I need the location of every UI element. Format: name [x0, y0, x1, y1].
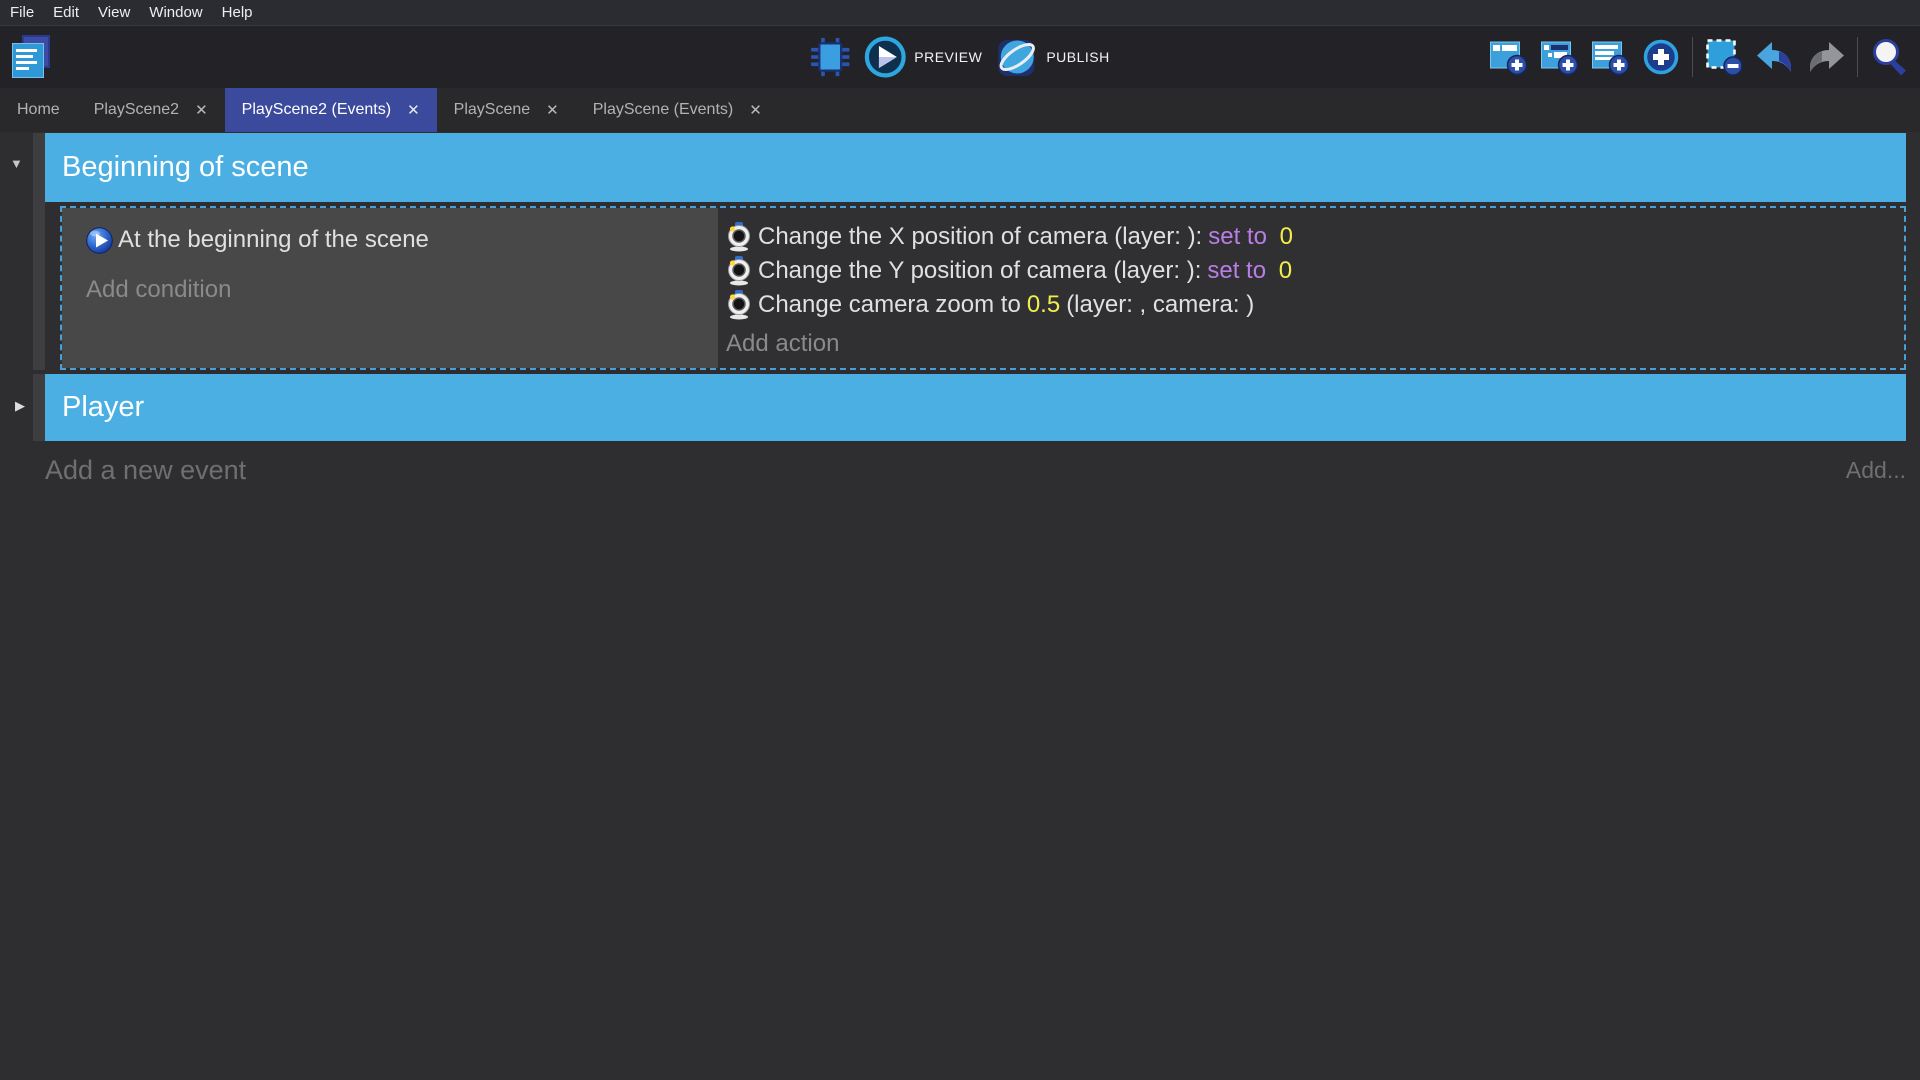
- action-row[interactable]: Change the Y position of camera (layer: …: [726, 254, 1904, 288]
- add-comment-icon: [1591, 38, 1629, 76]
- main-toolbar: PREVIEW PUBLISH: [0, 26, 1920, 88]
- tab-playscene2-events[interactable]: PlayScene2 (Events) ✕: [225, 88, 437, 132]
- add-event-icon: [1489, 38, 1527, 76]
- action-text: Change camera zoom to: [758, 291, 1021, 319]
- search-events-button[interactable]: [1869, 37, 1909, 77]
- gdevelop-window: File Edit View Window Help: [0, 0, 1920, 1080]
- group-header-beginning-of-scene[interactable]: Beginning of scene: [45, 133, 1906, 202]
- menu-bar: File Edit View Window Help: [0, 0, 1920, 26]
- action-operator: set to: [1207, 257, 1266, 285]
- preview-label: PREVIEW: [914, 49, 982, 65]
- menu-window[interactable]: Window: [149, 4, 202, 21]
- play-preview-icon: [864, 36, 906, 78]
- play-circle-icon: [86, 227, 113, 254]
- add-condition-button[interactable]: Add condition: [86, 276, 718, 304]
- add-subevent-button[interactable]: [1539, 37, 1579, 77]
- condition-text: At the beginning of the scene: [118, 226, 429, 254]
- add-comment-button[interactable]: [1590, 37, 1630, 77]
- undo-button[interactable]: [1755, 37, 1795, 77]
- action-row[interactable]: Change camera zoom to 0.5 (layer: , came…: [726, 288, 1904, 322]
- add-more-button[interactable]: Add...: [1846, 457, 1906, 484]
- tab-label: Home: [17, 101, 60, 119]
- condition-row[interactable]: At the beginning of the scene: [86, 218, 718, 262]
- webcam-icon: [726, 256, 752, 286]
- group-header-player[interactable]: Player: [45, 374, 1906, 441]
- redo-button[interactable]: [1806, 37, 1846, 77]
- conditions-column: At the beginning of the scene Add condit…: [62, 208, 718, 368]
- close-tab-icon[interactable]: ✕: [195, 101, 208, 119]
- add-action-button[interactable]: Add action: [726, 330, 1904, 358]
- close-tab-icon[interactable]: ✕: [407, 101, 420, 119]
- close-tab-icon[interactable]: ✕: [546, 101, 559, 119]
- menu-edit[interactable]: Edit: [53, 4, 79, 21]
- event-drag-handle[interactable]: [33, 374, 45, 441]
- action-value: 0: [1273, 223, 1293, 251]
- project-document-icon: [12, 43, 44, 78]
- choose-add-button[interactable]: [1641, 37, 1681, 77]
- menu-help[interactable]: Help: [222, 4, 253, 21]
- delete-selection-button[interactable]: [1704, 37, 1744, 77]
- events-sheet: ▼ ▶ Beginning of scene: [0, 132, 1920, 1080]
- action-value: 0.5: [1027, 291, 1060, 319]
- add-subevent-icon: [1540, 38, 1578, 76]
- tab-playscene[interactable]: PlayScene ✕: [437, 88, 576, 132]
- publish-sphere-icon: [996, 36, 1038, 78]
- publish-button[interactable]: PUBLISH: [996, 36, 1109, 78]
- add-event-row: Add a new event Add...: [45, 454, 1906, 486]
- group-title: Beginning of scene: [62, 151, 309, 184]
- tab-label: PlayScene2: [94, 101, 179, 119]
- menu-file[interactable]: File: [10, 4, 34, 21]
- tab-label: PlayScene2 (Events): [242, 101, 391, 119]
- webcam-icon: [726, 290, 752, 320]
- search-icon: [1869, 37, 1909, 77]
- tab-home[interactable]: Home: [0, 88, 77, 132]
- collapse-group-icon[interactable]: ▼: [10, 156, 23, 171]
- action-row[interactable]: Change the X position of camera (layer: …: [726, 220, 1904, 254]
- debugger-button[interactable]: [810, 37, 850, 77]
- expand-group-icon[interactable]: ▶: [15, 398, 25, 414]
- action-text: Change the Y position of camera (layer: …: [758, 257, 1201, 285]
- add-new-event-button[interactable]: Add a new event: [45, 455, 246, 486]
- menu-view[interactable]: View: [98, 4, 130, 21]
- add-circle-icon: [1642, 38, 1680, 76]
- action-operator: set to: [1208, 223, 1267, 251]
- group-title: Player: [62, 391, 144, 424]
- add-event-button[interactable]: [1488, 37, 1528, 77]
- redo-icon: [1806, 39, 1846, 75]
- actions-column: Change the X position of camera (layer: …: [718, 208, 1904, 368]
- toolbar-separator: [1692, 37, 1693, 77]
- undo-icon: [1755, 39, 1795, 75]
- tab-label: PlayScene (Events): [593, 101, 734, 119]
- tab-bar: Home PlayScene2 ✕ PlayScene2 (Events) ✕ …: [0, 88, 1920, 132]
- preview-button[interactable]: PREVIEW: [864, 36, 982, 78]
- webcam-icon: [726, 222, 752, 252]
- event-drag-handle[interactable]: [33, 133, 45, 370]
- close-tab-icon[interactable]: ✕: [749, 101, 762, 119]
- action-suffix: (layer: , camera: ): [1066, 291, 1254, 319]
- remove-selection-icon: [1705, 38, 1743, 76]
- publish-label: PUBLISH: [1046, 49, 1109, 65]
- selected-event[interactable]: At the beginning of the scene Add condit…: [60, 206, 1906, 370]
- toolbar-separator: [1857, 37, 1858, 77]
- tab-playscene2[interactable]: PlayScene2 ✕: [77, 88, 225, 132]
- project-manager-button[interactable]: [8, 33, 56, 81]
- tab-label: PlayScene: [454, 101, 531, 119]
- action-value: 0: [1272, 257, 1292, 285]
- action-text: Change the X position of camera (layer: …: [758, 223, 1202, 251]
- bug-icon: [810, 34, 850, 80]
- tab-playscene-events[interactable]: PlayScene (Events) ✕: [576, 88, 779, 132]
